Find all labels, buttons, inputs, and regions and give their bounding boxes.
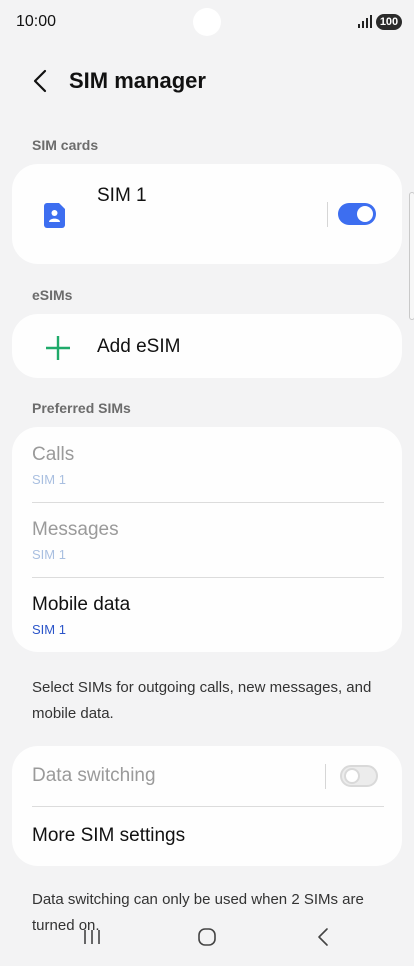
pref-row-messages: Messages SIM 1	[12, 502, 402, 577]
row-value-mobile-data: SIM 1	[32, 622, 66, 637]
camera-cutout	[193, 8, 221, 36]
plus-icon	[46, 336, 70, 360]
divider	[325, 764, 326, 789]
sim-card-row[interactable]: SIM 1	[12, 164, 402, 264]
preferred-sims-helper-text: Select SIMs for outgoing calls, new mess…	[32, 679, 372, 722]
row-value-messages: SIM 1	[32, 547, 66, 562]
add-esim-label: Add eSIM	[97, 336, 181, 357]
preferred-sims-card: Calls SIM 1 Messages SIM 1 Mobile data S…	[12, 427, 402, 652]
status-time: 10:00	[16, 13, 57, 30]
row-title-calls: Calls	[32, 444, 75, 465]
divider	[327, 202, 328, 227]
pref-row-calls: Calls SIM 1	[12, 427, 402, 502]
data-switching-title: Data switching	[32, 765, 156, 786]
page-title: SIM manager	[69, 68, 206, 93]
pref-row-mobile-data[interactable]: Mobile data SIM 1	[12, 577, 402, 652]
more-sim-settings-row[interactable]: More SIM settings	[12, 806, 402, 866]
sim-settings-card: Data switching More SIM settings	[12, 746, 402, 866]
sim-name: SIM 1	[97, 185, 147, 206]
more-sim-settings-title: More SIM settings	[32, 825, 186, 846]
scroll-handle[interactable]	[409, 192, 414, 320]
back-arrow-icon[interactable]	[26, 66, 56, 96]
home-icon[interactable]	[197, 927, 217, 947]
recents-icon[interactable]	[82, 928, 102, 946]
header: SIM manager	[0, 60, 414, 104]
sim-card-icon	[44, 203, 65, 228]
sim-1-toggle[interactable]	[338, 203, 376, 225]
row-title-messages: Messages	[32, 519, 119, 540]
section-label-sim-cards: SIM cards	[32, 137, 99, 153]
data-switching-toggle[interactable]	[340, 765, 378, 787]
status-bar: 10:00 100	[0, 0, 414, 44]
section-label-preferred-sims: Preferred SIMs	[32, 400, 131, 416]
battery-badge: 100	[376, 14, 402, 30]
back-icon[interactable]	[315, 926, 331, 948]
signal-bars-icon	[358, 15, 372, 28]
row-value-calls: SIM 1	[32, 472, 66, 487]
add-esim-button[interactable]: Add eSIM	[12, 314, 402, 378]
toggle-knob	[344, 768, 360, 784]
section-label-esims: eSIMs	[32, 287, 73, 303]
navigation-bar	[0, 910, 414, 966]
toggle-knob	[357, 206, 373, 222]
data-switching-row: Data switching	[12, 746, 402, 806]
row-title-mobile-data: Mobile data	[32, 594, 131, 615]
